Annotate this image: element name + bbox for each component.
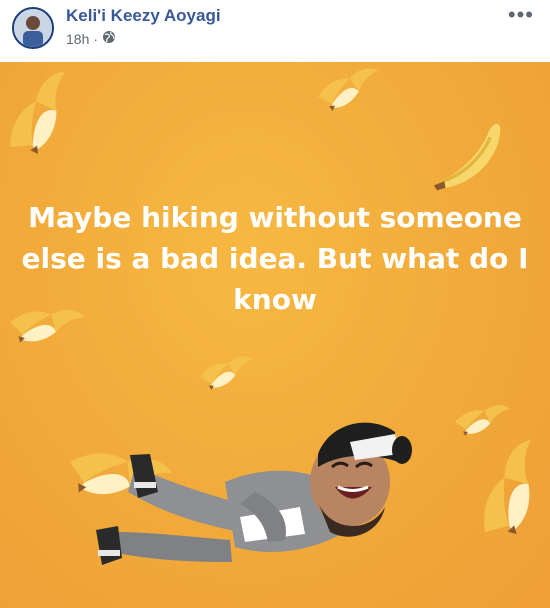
banana-decoration <box>316 62 379 118</box>
globe-icon <box>102 30 116 47</box>
author-name[interactable]: Keli'i Keezy Aoyagi <box>66 6 221 26</box>
banana-decoration <box>58 417 174 531</box>
post-timestamp[interactable]: 18h <box>66 31 89 47</box>
banana-decoration <box>455 438 550 548</box>
banana-decoration <box>423 121 511 193</box>
post-meta: 18h · <box>66 30 116 47</box>
post-text: Maybe hiking without someone else is a b… <box>21 201 529 316</box>
avatar-sticker <box>96 422 412 565</box>
meta-separator: · <box>93 30 99 47</box>
banana-decoration <box>0 70 89 163</box>
more-options-icon[interactable]: ••• <box>508 2 534 28</box>
banana-decoration <box>197 346 254 399</box>
banana-decoration <box>451 392 510 448</box>
post-image[interactable]: Maybe hiking without someone else is a b… <box>0 62 550 608</box>
post-illustration <box>0 62 550 565</box>
profile-avatar[interactable] <box>12 7 54 49</box>
post-header: Keli'i Keezy Aoyagi 18h · ••• <box>0 0 550 62</box>
